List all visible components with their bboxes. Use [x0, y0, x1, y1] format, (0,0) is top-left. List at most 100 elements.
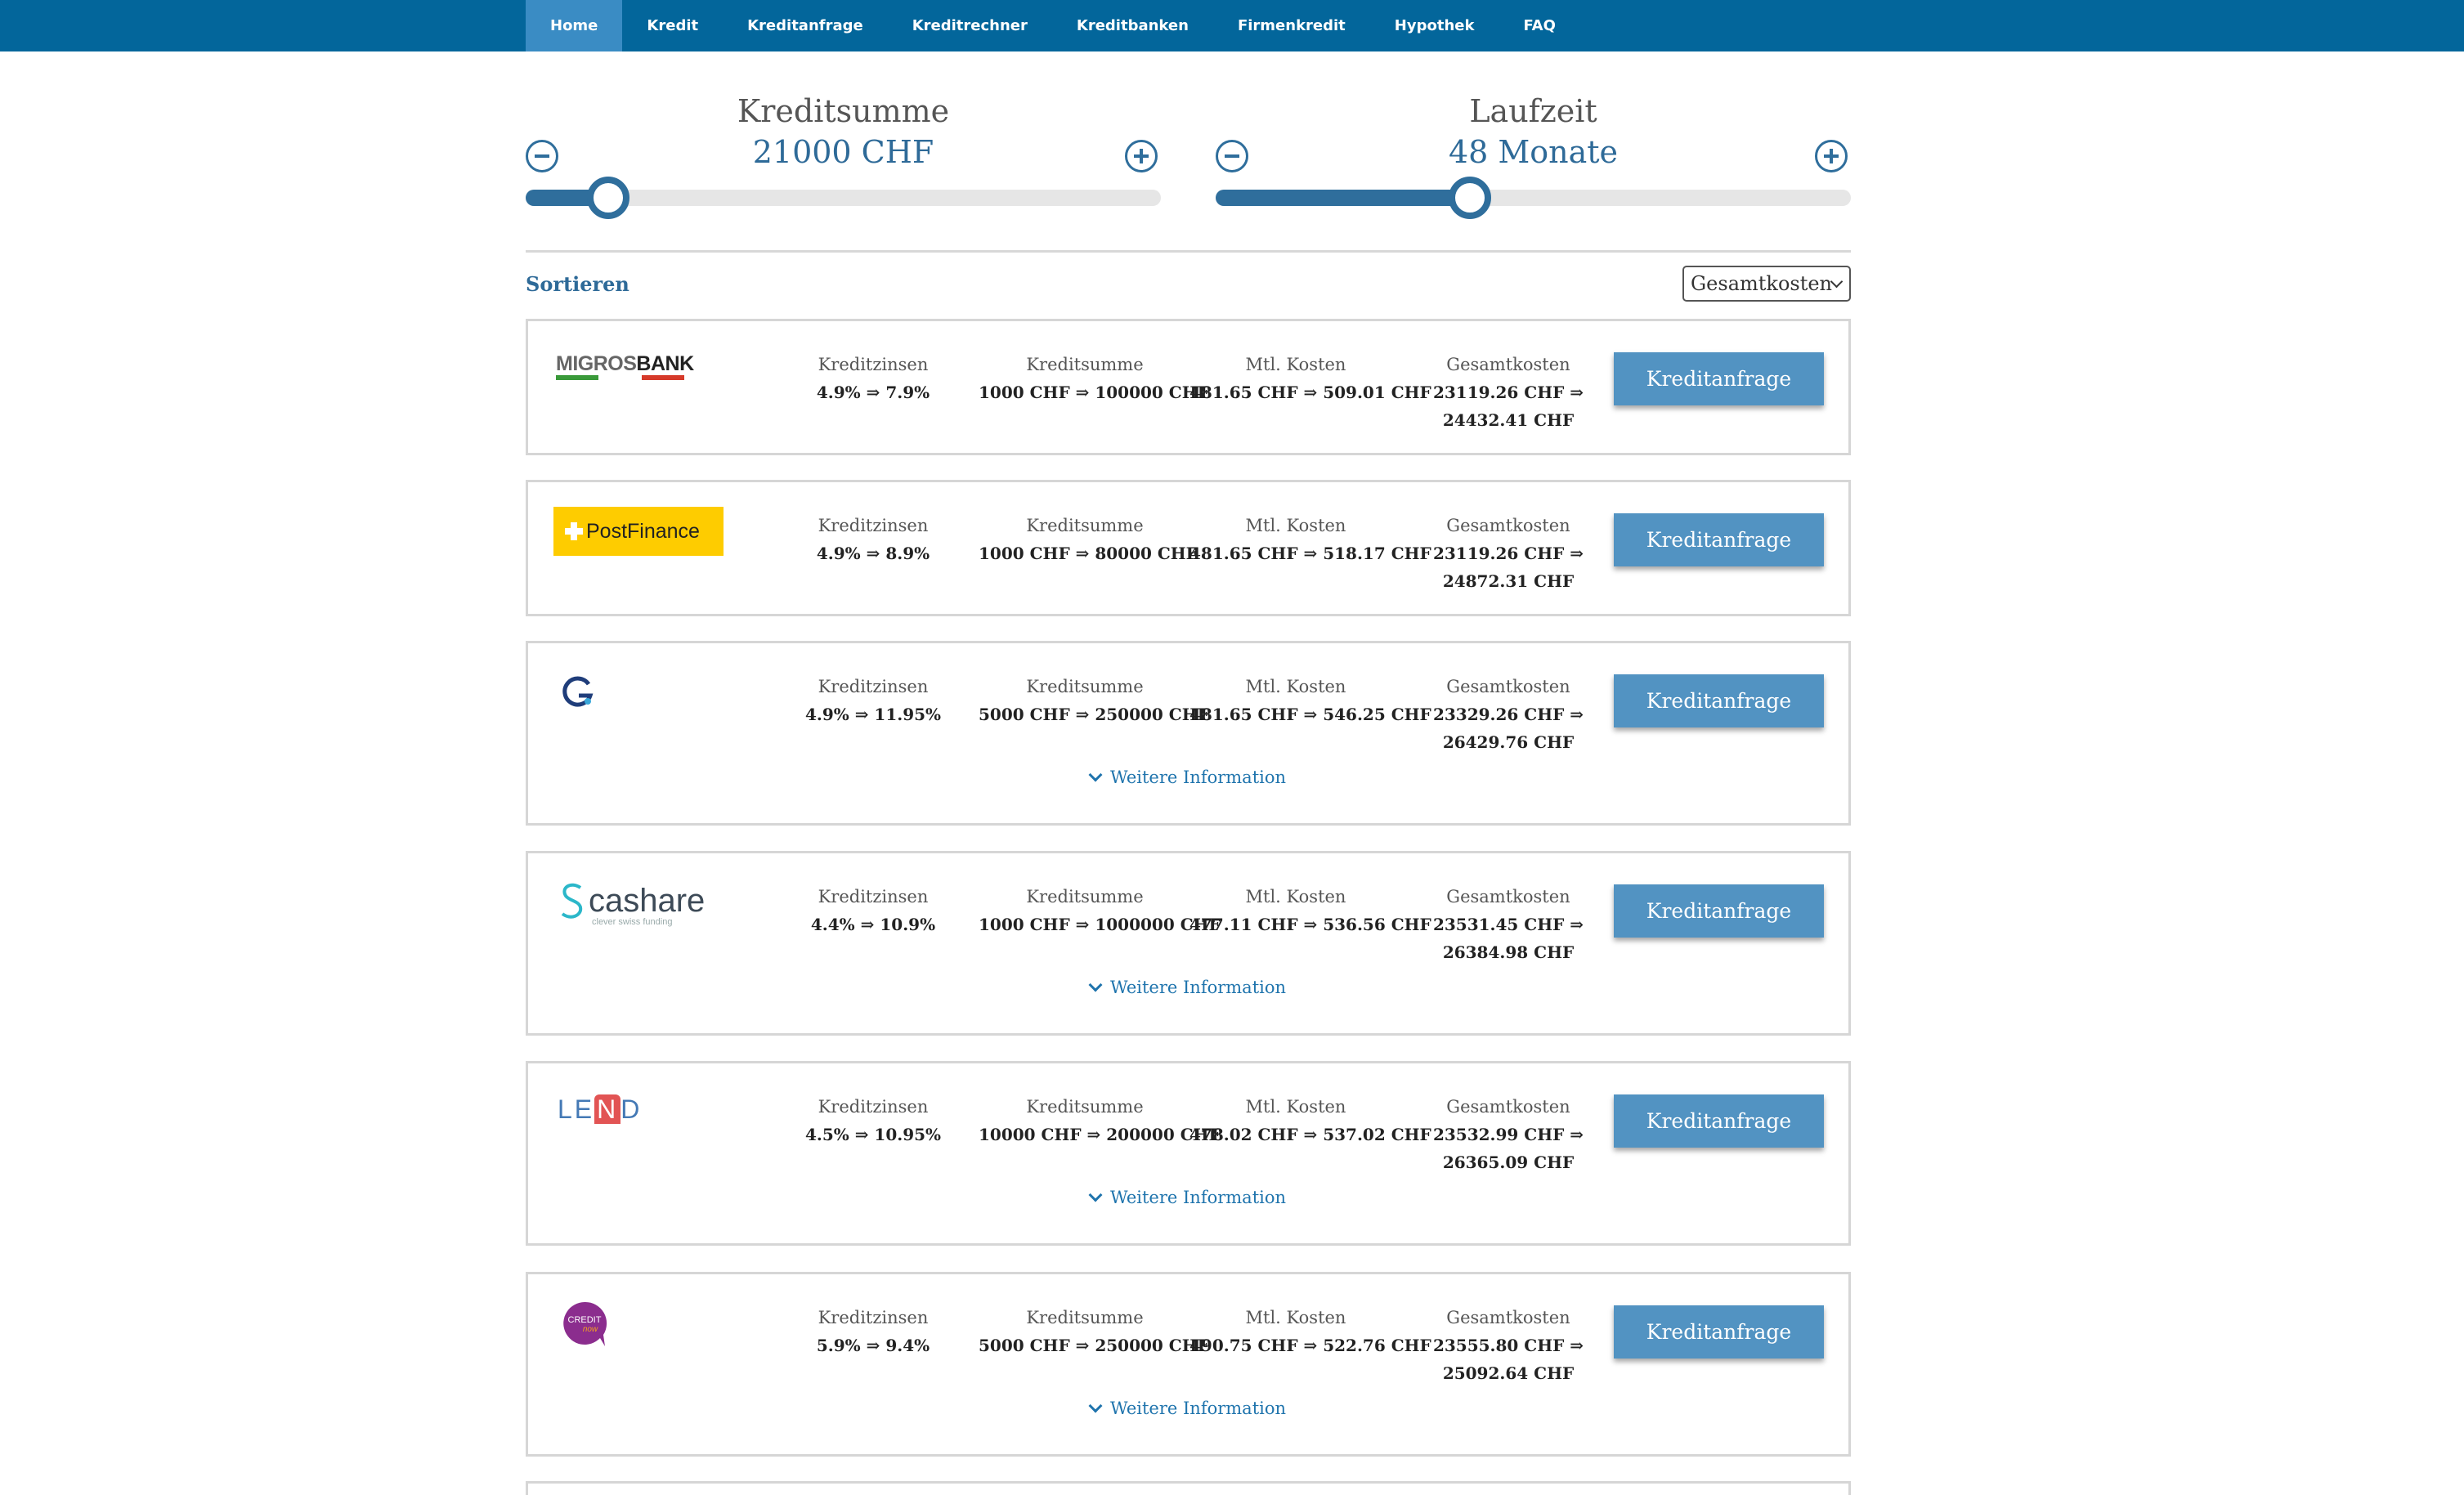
total-cost-column: Gesamtkosten 23329.26 CHF ⇒ 26429.76 CHF: [1402, 673, 1615, 756]
interest-column: Kreditzinsen 4.5% ⇒ 10.95%: [767, 1093, 979, 1148]
more-info-link[interactable]: Weitere Information: [528, 768, 1848, 787]
total-cost-column: Gesamtkosten 23119.26 CHF ⇒ 24872.31 CHF: [1402, 512, 1615, 595]
kreditanfrage-button[interactable]: Kreditanfrage: [1614, 352, 1824, 405]
more-info-link[interactable]: Weitere Information: [528, 978, 1848, 997]
amount-slider-title: Kreditsumme: [737, 93, 950, 129]
kreditanfrage-button[interactable]: Kreditanfrage: [1614, 674, 1824, 727]
kreditanfrage-button[interactable]: Kreditanfrage: [1614, 1094, 1824, 1148]
more-info-label: Weitere Information: [1109, 1188, 1287, 1207]
logo-text-bold: BANK: [636, 352, 694, 375]
term-slider-group: Laufzeit 48 Monate: [1216, 90, 1851, 219]
nav-item-kreditbanken[interactable]: Kreditbanken: [1052, 0, 1213, 51]
amount-label: Kreditsumme: [1026, 1097, 1144, 1117]
amount-label: Kreditsumme: [1026, 516, 1144, 535]
more-info-link[interactable]: Weitere Information: [528, 1188, 1848, 1207]
amount-column: Kreditsumme 5000 CHF ⇒ 250000 CHF: [979, 673, 1209, 728]
term-slider-track[interactable]: [1216, 177, 1851, 219]
kreditanfrage-button[interactable]: Kreditanfrage: [1614, 1305, 1824, 1358]
logo-text: CREDIT: [568, 1315, 602, 1325]
amount-slider-value: 21000 CHF: [752, 134, 934, 170]
total-cost-column: Gesamtkosten 23532.99 CHF ⇒ 26365.09 CHF: [1402, 1093, 1615, 1176]
logo-stripe: [556, 375, 684, 380]
monthly-cost-column: Mtl. Kosten 478.02 CHF ⇒ 537.02 CHF: [1189, 1093, 1431, 1148]
minus-icon: [535, 154, 549, 158]
section-divider: [526, 250, 1851, 253]
g-logo: [561, 674, 595, 712]
postfinance-logo: PostFinance: [553, 507, 724, 556]
amount-label: Kreditsumme: [1026, 355, 1144, 374]
amount-value: 1000 CHF ⇒ 1000000 CHF: [979, 915, 1221, 934]
amount-value: 5000 CHF ⇒ 250000 CHF: [979, 705, 1209, 724]
amount-label: Kreditsumme: [1026, 1308, 1144, 1327]
g-logo-icon: [562, 676, 594, 707]
interest-value: 4.9% ⇒ 7.9%: [816, 383, 930, 402]
lend-logo: LEND: [558, 1094, 642, 1125]
monthly-cost-value: 490.75 CHF ⇒ 522.76 CHF: [1189, 1336, 1431, 1355]
kreditanfrage-button[interactable]: Kreditanfrage: [1614, 884, 1824, 938]
interest-label: Kreditzinsen: [818, 677, 929, 696]
kreditanfrage-button[interactable]: Kreditanfrage: [1614, 513, 1824, 566]
interest-label: Kreditzinsen: [818, 1097, 929, 1117]
monthly-cost-label: Mtl. Kosten: [1245, 677, 1346, 696]
monthly-cost-value: 481.65 CHF ⇒ 509.01 CHF: [1189, 383, 1431, 402]
monthly-cost-value: 481.65 CHF ⇒ 518.17 CHF: [1189, 544, 1431, 563]
interest-label: Kreditzinsen: [818, 1308, 929, 1327]
creditnow-logo: CREDIT now: [559, 1299, 610, 1353]
migrosbank-logo: MIGROSBANK: [556, 352, 694, 380]
total-cost-value-max: 25092.64 CHF: [1442, 1363, 1575, 1383]
amount-slider-handle[interactable]: [587, 177, 629, 219]
amount-decrease-button[interactable]: [526, 140, 558, 172]
term-increase-button[interactable]: [1815, 140, 1848, 172]
monthly-cost-column: Mtl. Kosten 481.65 CHF ⇒ 518.17 CHF: [1189, 512, 1431, 567]
amount-value: 10000 CHF ⇒ 200000 CHF: [979, 1125, 1221, 1144]
sort-label: Sortieren: [526, 272, 629, 296]
total-cost-value: 23532.99 CHF ⇒: [1432, 1125, 1584, 1144]
amount-slider-track[interactable]: [526, 177, 1161, 219]
logo-text: PostFinance: [586, 519, 700, 543]
total-cost-column: Gesamtkosten 23555.80 CHF ⇒ 25092.64 CHF: [1402, 1304, 1615, 1387]
nav-item-firmenkredit[interactable]: Firmenkredit: [1213, 0, 1370, 51]
offer-card-g: Kreditzinsen 4.9% ⇒ 11.95% Kreditsumme 5…: [526, 641, 1851, 826]
nav-item-hypothek[interactable]: Hypothek: [1370, 0, 1499, 51]
logo-text: cashare: [589, 883, 706, 919]
more-info-link[interactable]: Weitere Information: [528, 1399, 1848, 1418]
amount-column: Kreditsumme 5000 CHF ⇒ 250000 CHF: [979, 1304, 1209, 1359]
interest-column: Kreditzinsen 4.4% ⇒ 10.9%: [767, 883, 979, 938]
amount-label: Kreditsumme: [1026, 677, 1144, 696]
total-cost-value: 23119.26 CHF ⇒: [1432, 383, 1584, 402]
logo-text-end: D: [620, 1094, 643, 1124]
monthly-cost-column: Mtl. Kosten 481.65 CHF ⇒ 546.25 CHF: [1189, 673, 1431, 728]
amount-column: Kreditsumme 1000 CHF ⇒ 100000 CHF: [979, 351, 1209, 406]
sort-select[interactable]: Gesamtkosten: [1682, 266, 1851, 302]
nav-item-kreditanfrage[interactable]: Kreditanfrage: [723, 0, 888, 51]
offer-card-migrosbank: MIGROSBANK Kreditzinsen 4.9% ⇒ 7.9% Kred…: [526, 319, 1851, 455]
amount-increase-button[interactable]: [1125, 140, 1158, 172]
amount-column: Kreditsumme 10000 CHF ⇒ 200000 CHF: [979, 1093, 1221, 1148]
logo-text-accent: N: [594, 1094, 621, 1124]
term-slider-handle[interactable]: [1449, 177, 1491, 219]
total-cost-label: Gesamtkosten: [1446, 887, 1570, 906]
more-info-label: Weitere Information: [1109, 1399, 1287, 1418]
term-decrease-button[interactable]: [1216, 140, 1248, 172]
interest-label: Kreditzinsen: [818, 516, 929, 535]
interest-column: Kreditzinsen 5.9% ⇒ 9.4%: [767, 1304, 979, 1359]
monthly-cost-label: Mtl. Kosten: [1245, 516, 1346, 535]
nav-item-home[interactable]: Home: [526, 0, 623, 51]
cashare-s-icon: [561, 883, 583, 919]
nav-item-kredit[interactable]: Kredit: [622, 0, 723, 51]
amount-column: Kreditsumme 1000 CHF ⇒ 80000 CHF: [979, 512, 1198, 567]
chevron-down-icon: [1088, 978, 1103, 992]
nav-item-kreditrechner[interactable]: Kreditrechner: [888, 0, 1052, 51]
interest-column: Kreditzinsen 4.9% ⇒ 7.9%: [767, 351, 979, 406]
interest-column: Kreditzinsen 4.9% ⇒ 8.9%: [767, 512, 979, 567]
interest-value: 4.5% ⇒ 10.95%: [804, 1125, 942, 1144]
sort-selected-value: Gesamtkosten: [1691, 272, 1833, 295]
more-info-label: Weitere Information: [1109, 978, 1287, 997]
nav-item-faq[interactable]: FAQ: [1499, 0, 1579, 51]
monthly-cost-label: Mtl. Kosten: [1245, 355, 1346, 374]
total-cost-label: Gesamtkosten: [1446, 677, 1570, 696]
monthly-cost-label: Mtl. Kosten: [1245, 1308, 1346, 1327]
amount-label: Kreditsumme: [1026, 887, 1144, 906]
total-cost-value: 23531.45 CHF ⇒: [1432, 915, 1584, 934]
total-cost-value-max: 26384.98 CHF: [1442, 942, 1575, 962]
